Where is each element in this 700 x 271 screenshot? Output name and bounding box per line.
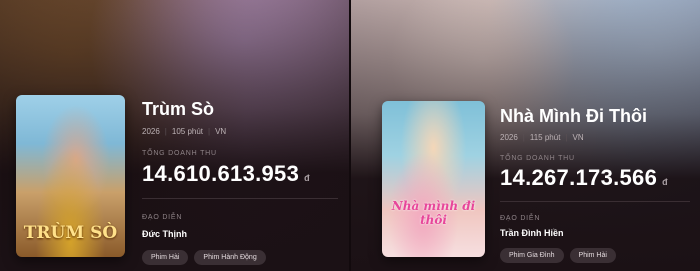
director-label: ĐẠO DIỄN [500,215,541,222]
movie-country: VN [215,127,227,136]
revenue-label: TỔNG DOANH THU [142,150,217,157]
revenue-value: 14.610.613.953 đ [142,161,310,187]
revenue-value: 14.267.173.566 đ [500,165,668,191]
genre-tags: Phim Hài Phim Hành Động [142,250,266,265]
section-divider [142,198,338,199]
revenue-amount: 14.267.173.566 [500,165,658,190]
movie-title[interactable]: Nhà Mình Đi Thôi [500,106,647,127]
currency-symbol: đ [304,173,310,183]
director-name[interactable]: Đức Thịnh [142,229,187,239]
movie-title[interactable]: Trùm Sò [142,99,214,120]
movie-duration: 115 phút [529,133,561,142]
meta-separator: | [522,133,525,142]
movie-meta: 2026 | 115 phút | VN [500,133,584,142]
genre-tags: Phim Gia Đình Phim Hài [500,248,616,263]
genre-tag[interactable]: Phim Gia Đình [500,248,564,263]
poster-title-art: Nhà mình đi thôi [391,199,476,227]
genre-tag[interactable]: Phim Hành Động [194,250,266,265]
section-divider [500,201,690,202]
movie-meta: 2026 | 105 phút | VN [142,127,226,136]
movie-poster[interactable]: TRÙM SÒ [16,95,125,257]
movie-year: 2026 [142,127,160,136]
currency-symbol: đ [662,177,668,187]
genre-tag[interactable]: Phim Hài [142,250,189,265]
meta-separator: | [164,127,167,136]
poster-title-art: TRÙM SÒ [23,223,118,243]
meta-separator: | [208,127,211,136]
revenue-amount: 14.610.613.953 [142,161,300,186]
director-label: ĐẠO DIỄN [142,214,183,221]
movie-poster[interactable]: Nhà mình đi thôi [382,101,485,257]
revenue-label: TỔNG DOANH THU [500,155,575,162]
director-name[interactable]: Trần Đình Hiền [500,228,564,238]
movie-duration: 105 phút [171,127,204,136]
meta-separator: | [565,133,568,142]
movie-year: 2026 [500,133,518,142]
movie-country: VN [572,133,584,142]
genre-tag[interactable]: Phim Hài [569,248,616,263]
card-divider [349,0,351,271]
